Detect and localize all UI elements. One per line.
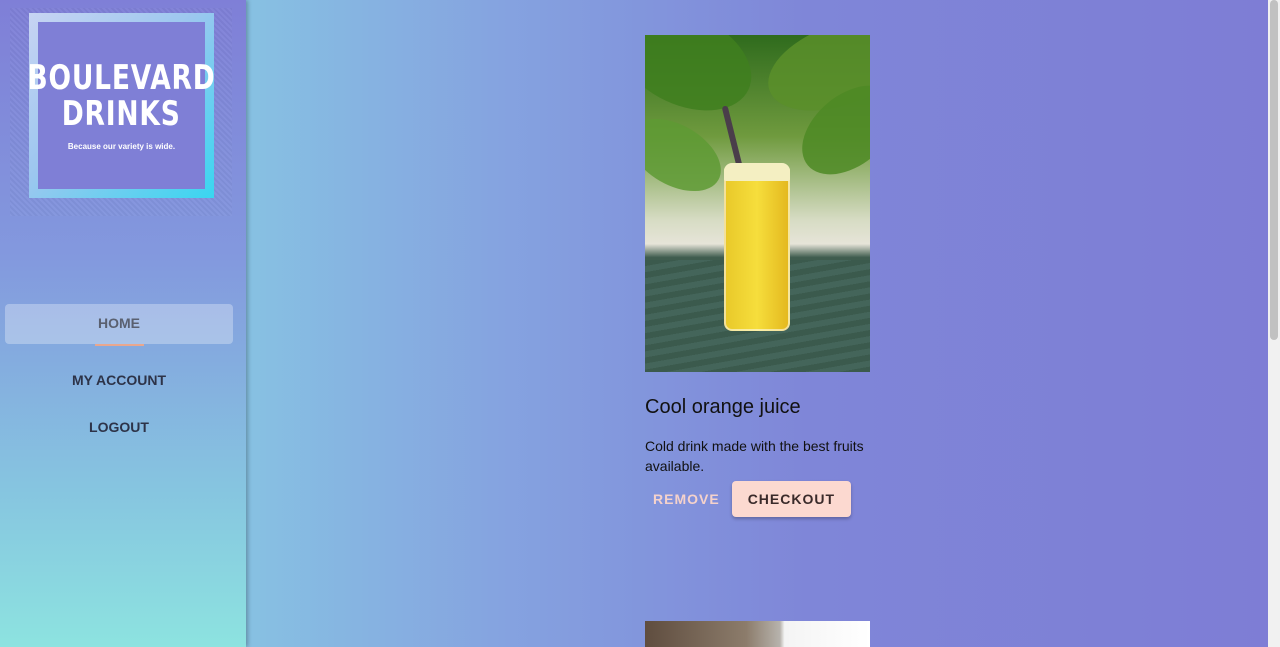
remove-button[interactable]: REMOVE xyxy=(645,481,728,517)
product-description: Cold drink made with the best fruits ava… xyxy=(645,438,864,474)
logo[interactable]: BOULEVARD DRINKS Because our variety is … xyxy=(27,13,215,198)
active-indicator xyxy=(95,344,144,346)
scrollbar-thumb[interactable] xyxy=(1270,0,1278,340)
nav-item-logout[interactable]: LOGOUT xyxy=(5,408,233,448)
checkout-button[interactable]: CHECKOUT xyxy=(731,481,852,517)
logo-container: BOULEVARD DRINKS Because our variety is … xyxy=(10,8,232,216)
palm-leaf xyxy=(645,104,734,206)
nav-item-home-label: HOME xyxy=(98,315,140,331)
sidebar-nav: HOME MY ACCOUNT LOGOUT xyxy=(0,304,246,448)
product-actions: REMOVE CHECKOUT xyxy=(645,481,870,517)
juice-foam xyxy=(724,163,790,181)
product-title: Cool orange juice xyxy=(645,396,801,418)
sidebar: BOULEVARD DRINKS Because our variety is … xyxy=(0,0,246,647)
nav-item-my-account[interactable]: MY ACCOUNT xyxy=(5,361,233,401)
nav-item-home[interactable]: HOME xyxy=(5,304,233,346)
page-scrollbar[interactable] xyxy=(1268,0,1280,647)
logo-tagline: Because our variety is wide. xyxy=(67,142,176,151)
juice-glass xyxy=(724,167,790,331)
nav-item-my-account-label: MY ACCOUNT xyxy=(71,372,167,388)
logo-inner: BOULEVARD DRINKS Because our variety is … xyxy=(27,22,215,189)
logo-title-line2: DRINKS xyxy=(62,94,181,134)
next-product-image xyxy=(645,621,870,647)
logo-title-line1: BOULEVARD xyxy=(27,58,216,98)
product-card: Cool orange juice Cold drink made with t… xyxy=(645,35,870,517)
nav-item-logout-label: LOGOUT xyxy=(89,419,149,435)
palm-leaf xyxy=(645,35,768,131)
main-content: Cool orange juice Cold drink made with t… xyxy=(246,0,1268,647)
product-image xyxy=(645,35,870,372)
